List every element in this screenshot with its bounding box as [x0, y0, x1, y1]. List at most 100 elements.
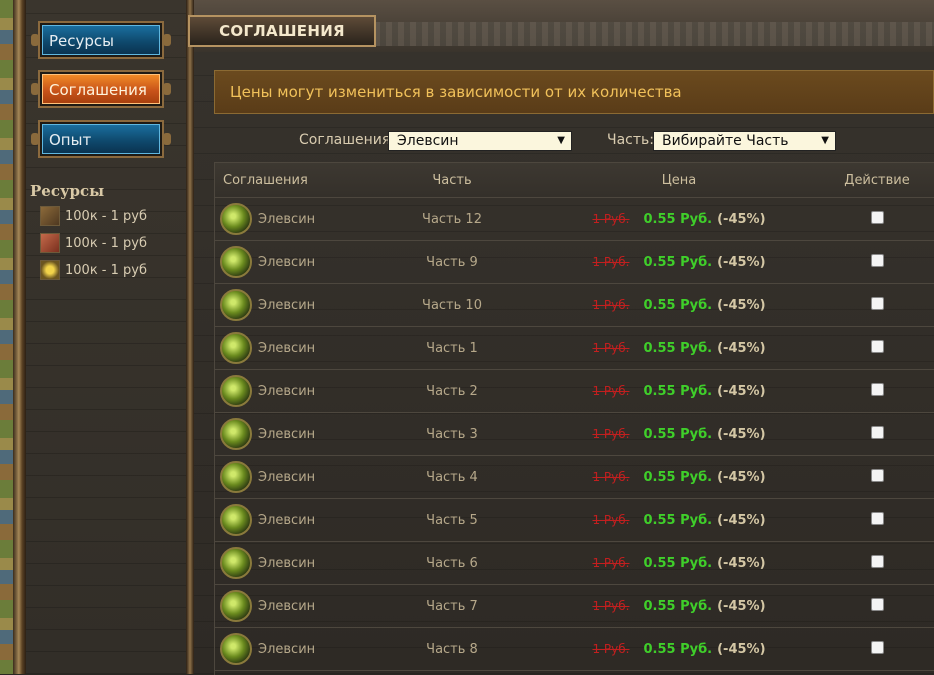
agreement-icon	[220, 246, 252, 278]
resource-rate: 100к - 1 руб	[65, 235, 147, 251]
agreement-icon	[220, 375, 252, 407]
divider-pillar-decoration	[186, 0, 194, 674]
agreement-cell: Элевсин	[215, 633, 365, 665]
table-row: Элевсин Часть 7 1 Руб. 0.55 Руб. (-45%)	[215, 585, 934, 628]
column-header-action: Действие	[844, 172, 910, 188]
action-cell	[819, 468, 934, 486]
old-price: 1 Руб.	[592, 555, 630, 570]
price-cell: 1 Руб. 0.55 Руб. (-45%)	[539, 384, 819, 399]
resource-item: 100к - 1 руб	[40, 232, 147, 254]
new-price: 0.55 Руб.	[643, 469, 713, 485]
action-cell	[819, 425, 934, 443]
agreement-cell: Элевсин	[215, 461, 365, 493]
price-cell: 1 Руб. 0.55 Руб. (-45%)	[539, 427, 819, 442]
part-filter-label: Часть:	[607, 132, 654, 148]
select-checkbox[interactable]	[870, 640, 884, 654]
nav-button-agreements[interactable]: Соглашения	[31, 70, 171, 108]
column-header-price: Цена	[661, 172, 697, 188]
discount: (-45%)	[717, 211, 766, 227]
agreement-name: Элевсин	[258, 340, 316, 356]
action-cell	[819, 253, 934, 271]
agreement-icon	[220, 418, 252, 450]
old-price: 1 Руб.	[592, 254, 630, 269]
select-checkbox[interactable]	[870, 468, 884, 482]
part-cell: Часть 1	[426, 340, 478, 356]
discount: (-45%)	[717, 340, 766, 356]
part-select[interactable]: Вибирайте Часть ▼	[653, 131, 836, 151]
resource-item: 100к - 1 руб	[40, 259, 147, 281]
resource-rate: 100к - 1 руб	[65, 208, 147, 224]
agreement-name: Элевсин	[258, 297, 316, 313]
new-price: 0.55 Руб.	[643, 383, 713, 399]
nav-button-resources[interactable]: Ресурсы	[31, 21, 171, 59]
table-row: Элевсин Часть 2 1 Руб. 0.55 Руб. (-45%)	[215, 370, 934, 413]
part-cell: Часть 2	[426, 383, 478, 399]
agreement-icon	[220, 547, 252, 579]
tab-agreements[interactable]: СОГЛАШЕНИЯ	[188, 15, 376, 47]
discount: (-45%)	[717, 297, 766, 313]
agreement-name: Элевсин	[258, 383, 316, 399]
agreement-name: Элевсин	[258, 426, 316, 442]
action-cell	[819, 296, 934, 314]
table-row: Элевсин Часть 6 1 Руб. 0.55 Руб. (-45%)	[215, 542, 934, 585]
new-price: 0.55 Руб.	[643, 598, 713, 614]
column-header-part: Часть	[432, 172, 472, 188]
part-cell: Часть 3	[426, 426, 478, 442]
brick-icon	[40, 233, 60, 253]
agreement-cell: Элевсин	[215, 418, 365, 450]
map-edge	[0, 0, 14, 674]
discount: (-45%)	[717, 254, 766, 270]
action-cell	[819, 511, 934, 529]
agreement-cell: Элевсин	[215, 289, 365, 321]
new-price: 0.55 Руб.	[643, 426, 713, 442]
agreement-name: Элевсин	[258, 254, 316, 270]
table-row: Элевсин Часть 4 1 Руб. 0.55 Руб. (-45%)	[215, 456, 934, 499]
action-cell	[819, 597, 934, 615]
discount: (-45%)	[717, 469, 766, 485]
new-price: 0.55 Руб.	[643, 211, 713, 227]
nav-button-experience[interactable]: Опыт	[31, 120, 171, 158]
agreement-select[interactable]: Элевсин ▼	[388, 131, 572, 151]
agreement-icon	[220, 504, 252, 536]
new-price: 0.55 Руб.	[643, 512, 713, 528]
table-row: Элевсин Часть 9 1 Руб. 0.55 Руб. (-45%)	[215, 241, 934, 284]
part-cell: Часть 4	[426, 469, 478, 485]
dropdown-arrow-icon: ▼	[557, 135, 565, 146]
agreement-cell: Элевсин	[215, 375, 365, 407]
select-checkbox[interactable]	[870, 296, 884, 310]
agreement-name: Элевсин	[258, 641, 316, 657]
agreement-cell: Элевсин	[215, 332, 365, 364]
part-cell: Часть 10	[422, 297, 482, 313]
new-price: 0.55 Руб.	[643, 555, 713, 571]
select-checkbox[interactable]	[870, 382, 884, 396]
part-select-value: Вибирайте Часть	[662, 133, 789, 149]
agreement-icon	[220, 461, 252, 493]
old-price: 1 Руб.	[592, 512, 630, 527]
old-price: 1 Руб.	[592, 211, 630, 226]
select-checkbox[interactable]	[870, 339, 884, 353]
agreements-table: Соглашения Часть Цена Действие Элевсин Ча…	[214, 162, 934, 675]
new-price: 0.55 Руб.	[643, 254, 713, 270]
nav-button-label: Соглашения	[42, 74, 160, 104]
action-cell	[819, 640, 934, 658]
select-checkbox[interactable]	[870, 554, 884, 568]
resource-item: 100к - 1 руб	[40, 205, 147, 227]
price-cell: 1 Руб. 0.55 Руб. (-45%)	[539, 212, 819, 227]
table-row: Элевсин Часть 5 1 Руб. 0.55 Руб. (-45%)	[215, 499, 934, 542]
agreement-name: Элевсин	[258, 512, 316, 528]
discount: (-45%)	[717, 426, 766, 442]
agreement-filter-label: Соглашения:	[299, 132, 396, 148]
table-row: Элевсин Часть 12 1 Руб. 0.55 Руб. (-45%)	[215, 198, 934, 241]
nav-button-label: Опыт	[42, 124, 160, 154]
discount: (-45%)	[717, 512, 766, 528]
discount: (-45%)	[717, 598, 766, 614]
action-cell	[819, 339, 934, 357]
agreement-icon	[220, 332, 252, 364]
select-checkbox[interactable]	[870, 253, 884, 267]
select-checkbox[interactable]	[870, 210, 884, 224]
select-checkbox[interactable]	[870, 511, 884, 525]
discount: (-45%)	[717, 555, 766, 571]
select-checkbox[interactable]	[870, 597, 884, 611]
price-cell: 1 Руб. 0.55 Руб. (-45%)	[539, 599, 819, 614]
select-checkbox[interactable]	[870, 425, 884, 439]
